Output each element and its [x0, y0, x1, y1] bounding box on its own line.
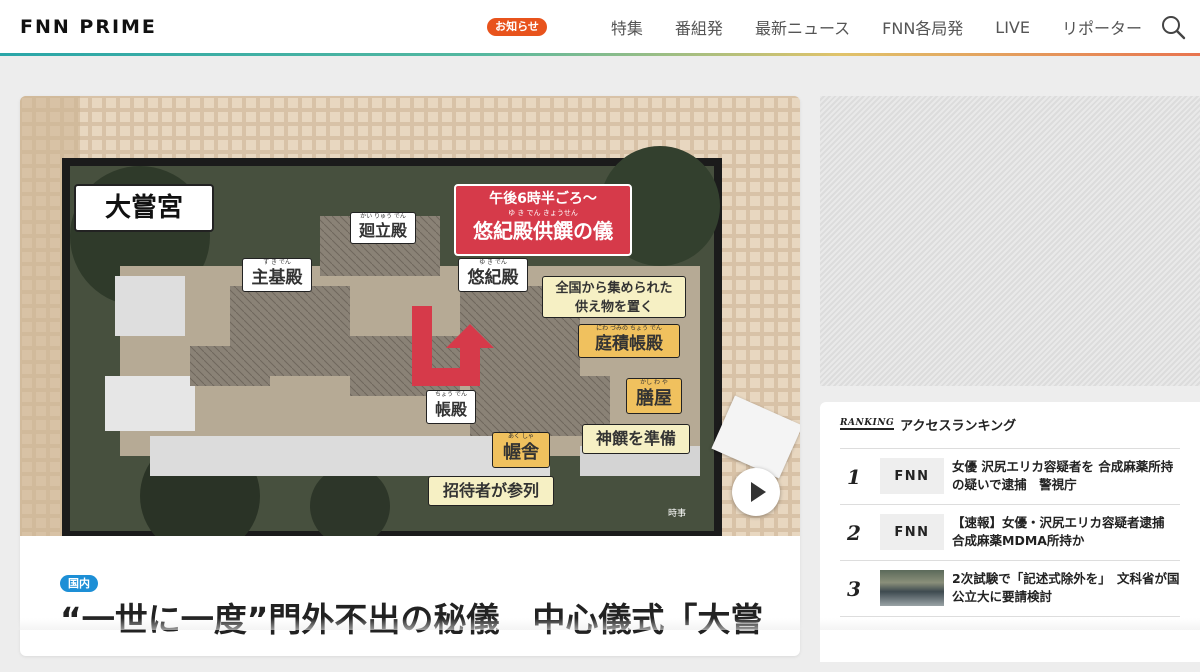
featured-article-card[interactable]: 大嘗宮 午後6時半ごろ～ ゆ き でん きょうせん 悠紀殿供饌の儀 かい りゅう…	[20, 96, 800, 656]
ranking-item-title[interactable]: 【速報】女優・沢尻エリカ容疑者逮捕 合成麻薬MDMA所持か	[952, 514, 1184, 550]
ranking-list: 1 FNN 女優 沢尻エリカ容疑者を 合成麻薬所持の疑いで逮捕 警視庁 2 FN…	[840, 448, 1180, 672]
label-offering-note: 全国から集められた 供え物を置く	[542, 276, 686, 318]
label-guests: 招待者が参列	[428, 476, 554, 506]
notice-badge[interactable]: お知らせ	[487, 18, 547, 36]
label-yukiden: ゆ き でん 悠紀殿	[458, 258, 528, 292]
ranking-item[interactable]	[840, 616, 1180, 672]
rank-number: 3	[847, 577, 861, 601]
nav-item-reporters[interactable]: リポーター	[1062, 15, 1142, 39]
ranking-item[interactable]: 2 FNN 【速報】女優・沢尻エリカ容疑者逮捕 合成麻薬MDMA所持か	[840, 504, 1180, 560]
nav-item-features[interactable]: 特集	[611, 15, 643, 39]
category-tag[interactable]: 国内	[60, 575, 98, 592]
exam-hall-thumbnail[interactable]	[880, 570, 944, 606]
label-niwazumi: にわ づみの ちょう でん 庭積帳殿	[578, 324, 680, 358]
image-credit: 時事	[668, 509, 687, 519]
ad-placeholder	[820, 96, 1200, 386]
nav-item-live[interactable]: LIVE	[995, 18, 1030, 37]
article-hero-image[interactable]: 大嘗宮 午後6時半ごろ～ ゆ き でん きょうせん 悠紀殿供饌の儀 かい りゅう…	[20, 96, 800, 536]
nav-item-local-stations[interactable]: FNN各局発	[882, 15, 963, 39]
rank-number: 2	[847, 521, 861, 545]
fnn-thumbnail[interactable]: FNN	[880, 458, 944, 494]
label-chouden: ちょう でん 帳殿	[426, 390, 476, 424]
label-kairyuden: かい りゅう でん 廻立殿	[350, 212, 416, 244]
article-headline[interactable]: “一世に一度”門外不出の秘儀 中心儀式「大嘗	[60, 598, 770, 642]
header-gradient-bar	[0, 53, 1200, 56]
ranking-panel: RANKING アクセスランキング 1 FNN 女優 沢尻エリカ容疑者を 合成麻…	[820, 402, 1200, 662]
site-logo[interactable]: FNN PRIME	[20, 16, 157, 38]
ranking-title: アクセスランキング	[900, 418, 1017, 434]
ceremony-ruby: ゆ き でん きょうせん	[508, 209, 578, 217]
label-akusha: あく しゃ 幄舎	[492, 432, 550, 468]
site-header: FNN PRIME お知らせ 特集 番組発 最新ニュース FNN各局発 LIVE…	[0, 0, 1200, 54]
ranking-header: RANKING アクセスランキング	[840, 416, 1017, 434]
nav-item-programs[interactable]: 番組発	[675, 15, 723, 39]
label-kashiwaya: かし わ や 膳屋	[626, 378, 682, 414]
play-icon[interactable]	[732, 468, 780, 516]
ceremony-box: 午後6時半ごろ～ ゆ き でん きょうせん 悠紀殿供饌の儀	[454, 184, 632, 256]
fnn-thumbnail[interactable]: FNN	[880, 514, 944, 550]
rank-number: 1	[847, 465, 861, 489]
board-title: 大嘗宮	[74, 184, 214, 232]
ranking-mark: RANKING	[840, 418, 895, 430]
ranking-item-title[interactable]: 2次試験で「記述式除外を」 文科省が国公立大に要請検討	[952, 570, 1184, 606]
ranking-item-title[interactable]: 女優 沢尻エリカ容疑者を 合成麻薬所持の疑いで逮捕 警視庁	[952, 458, 1184, 494]
ranking-item[interactable]: 1 FNN 女優 沢尻エリカ容疑者を 合成麻薬所持の疑いで逮捕 警視庁	[840, 448, 1180, 504]
play-triangle	[751, 482, 766, 502]
label-sukiden: す き でん 主基殿	[242, 258, 312, 292]
main-nav: お知らせ 特集 番組発 最新ニュース FNN各局発 LIVE リポーター	[487, 0, 1142, 54]
ceremony-time: 午後6時半ごろ～	[489, 191, 597, 207]
ranking-item[interactable]: 3 2次試験で「記述式除外を」 文科省が国公立大に要請検討	[840, 560, 1180, 616]
search-icon[interactable]	[1160, 14, 1186, 40]
label-shinsen: 神饌を準備	[582, 424, 690, 454]
nav-item-latest-news[interactable]: 最新ニュース	[755, 15, 850, 39]
ceremony-name: 悠紀殿供饌の儀	[473, 219, 613, 243]
